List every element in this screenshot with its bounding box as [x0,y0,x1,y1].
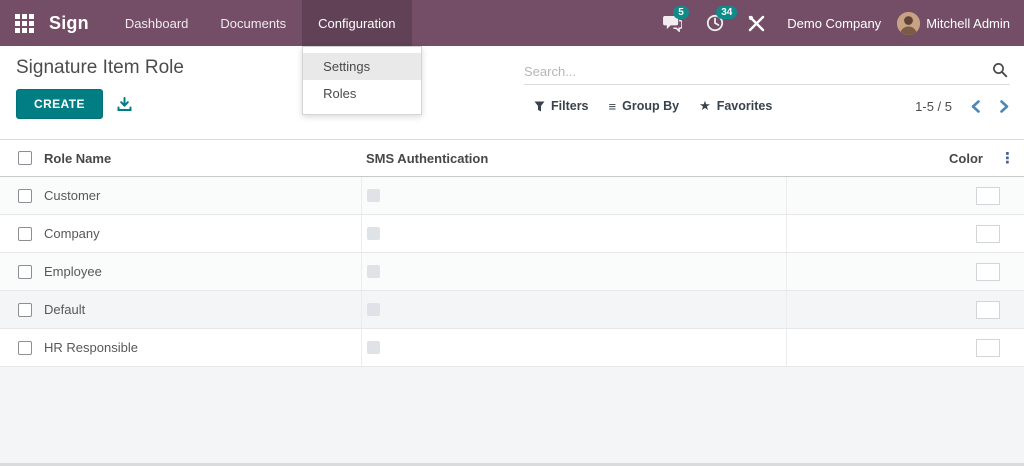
pager-range: 1-5 / 5 [915,98,952,114]
page-title: Signature Item Role [16,57,184,78]
color-cell [785,290,1024,329]
row-select-cell [0,290,40,329]
favorites-button[interactable]: ★ Favorites [689,94,782,118]
sms-auth-checkbox [366,303,380,316]
row-select-cell [0,328,40,367]
filter-icon [534,101,545,111]
color-swatch[interactable] [976,262,1000,281]
sms-auth-cell [360,290,786,329]
nav-item-documents[interactable]: Documents [204,0,302,46]
apps-menu-button[interactable] [0,0,49,46]
color-swatch[interactable] [976,186,1000,205]
row-select-cell [0,176,40,215]
row-select-cell [0,214,40,253]
color-cell [785,328,1024,367]
group-by-button[interactable]: ≡ Group By [599,95,690,118]
company-switcher[interactable]: Demo Company [777,16,897,31]
role-name-cell[interactable]: Customer [40,176,361,215]
sms-auth-cell [360,214,786,253]
row-checkbox[interactable] [18,264,32,279]
user-menu[interactable]: Mitchell Admin [897,11,1010,35]
filters-button[interactable]: Filters [524,95,599,117]
role-name-cell[interactable]: Employee [40,252,361,291]
sms-auth-checkbox [366,189,380,202]
color-swatch[interactable] [976,300,1000,319]
create-button[interactable]: CREATE [16,89,103,119]
content-background [0,367,1024,463]
role-name-cell[interactable]: Default [40,290,361,329]
user-avatar [897,11,921,35]
color-cell [785,252,1024,291]
control-panel: Signature Item Role CREATE Search... Fil… [0,46,1024,139]
top-navbar: Sign Dashboard Documents Configuration S… [0,0,1024,115]
color-cell [785,176,1024,215]
table-row[interactable]: HR Responsible [0,328,1024,367]
debug-tools-button[interactable] [736,0,777,46]
column-header-color[interactable]: Color [949,151,983,166]
pager-next-button[interactable] [999,99,1010,113]
table-row[interactable]: Customer [0,176,1024,215]
select-all-checkbox[interactable] [18,151,32,165]
tools-icon [749,15,765,31]
dropdown-item-settings[interactable]: Settings [303,53,422,80]
role-name-cell[interactable]: Company [40,214,361,253]
activities-badge: 34 [716,6,738,19]
role-name-cell[interactable]: HR Responsible [40,328,361,367]
color-cell [785,214,1024,253]
row-checkbox[interactable] [18,302,32,317]
messages-badge: 5 [673,6,689,19]
group-by-icon: ≡ [608,98,617,114]
sms-auth-checkbox [366,265,380,278]
sms-auth-cell [360,176,786,215]
export-button[interactable] [117,96,132,112]
nav-item-dashboard[interactable]: Dashboard [109,0,205,46]
row-checkbox[interactable] [18,226,32,241]
search-button[interactable] [992,62,1008,81]
role-name-text: Customer [44,188,101,203]
chevron-right-icon [1000,99,1009,113]
download-icon [117,96,132,111]
role-name-text: Company [44,226,100,241]
sms-auth-checkbox [366,227,380,240]
sms-auth-cell [360,252,786,291]
row-select-cell [0,252,40,291]
role-name-text: HR Responsible [44,340,138,355]
sms-auth-cell [360,328,786,367]
color-swatch[interactable] [976,338,1000,357]
role-list-table: Role Name SMS Authentication Color ⋮ Cus… [0,139,1024,367]
activities-button[interactable]: 34 [694,0,738,46]
search-box [524,58,1010,85]
pager-previous-button[interactable] [970,99,981,113]
dropdown-item-roles[interactable]: Roles [303,80,421,107]
column-header-sms-authentication[interactable]: SMS Authentication [361,139,786,177]
star-icon: ★ [699,98,711,113]
configuration-dropdown: Settings Roles [302,46,423,115]
role-name-text: Employee [44,264,102,279]
optional-columns-icon[interactable]: ⋮ [997,151,1018,166]
table-header-row: Role Name SMS Authentication Color ⋮ [0,139,1024,177]
color-swatch[interactable] [976,224,1000,243]
apps-grid-icon [15,13,34,33]
row-checkbox[interactable] [18,188,32,203]
sms-auth-checkbox [366,341,380,354]
messages-button[interactable]: 5 [651,0,694,46]
chevron-left-icon [971,99,980,113]
app-brand[interactable]: Sign [49,0,109,46]
table-row[interactable]: Employee [0,252,1024,291]
search-input[interactable] [524,63,1010,79]
nav-item-configuration[interactable]: Configuration Settings Roles [302,0,423,115]
search-icon [993,63,1008,78]
table-row[interactable]: Company [0,214,1024,253]
user-name: Mitchell Admin [926,15,1010,31]
role-name-text: Default [44,302,86,317]
row-checkbox[interactable] [18,340,32,355]
role-table-body: Customer Company Employee Default HR Res… [0,176,1024,367]
table-row[interactable]: Default [0,290,1024,329]
column-header-role-name[interactable]: Role Name [40,139,361,177]
